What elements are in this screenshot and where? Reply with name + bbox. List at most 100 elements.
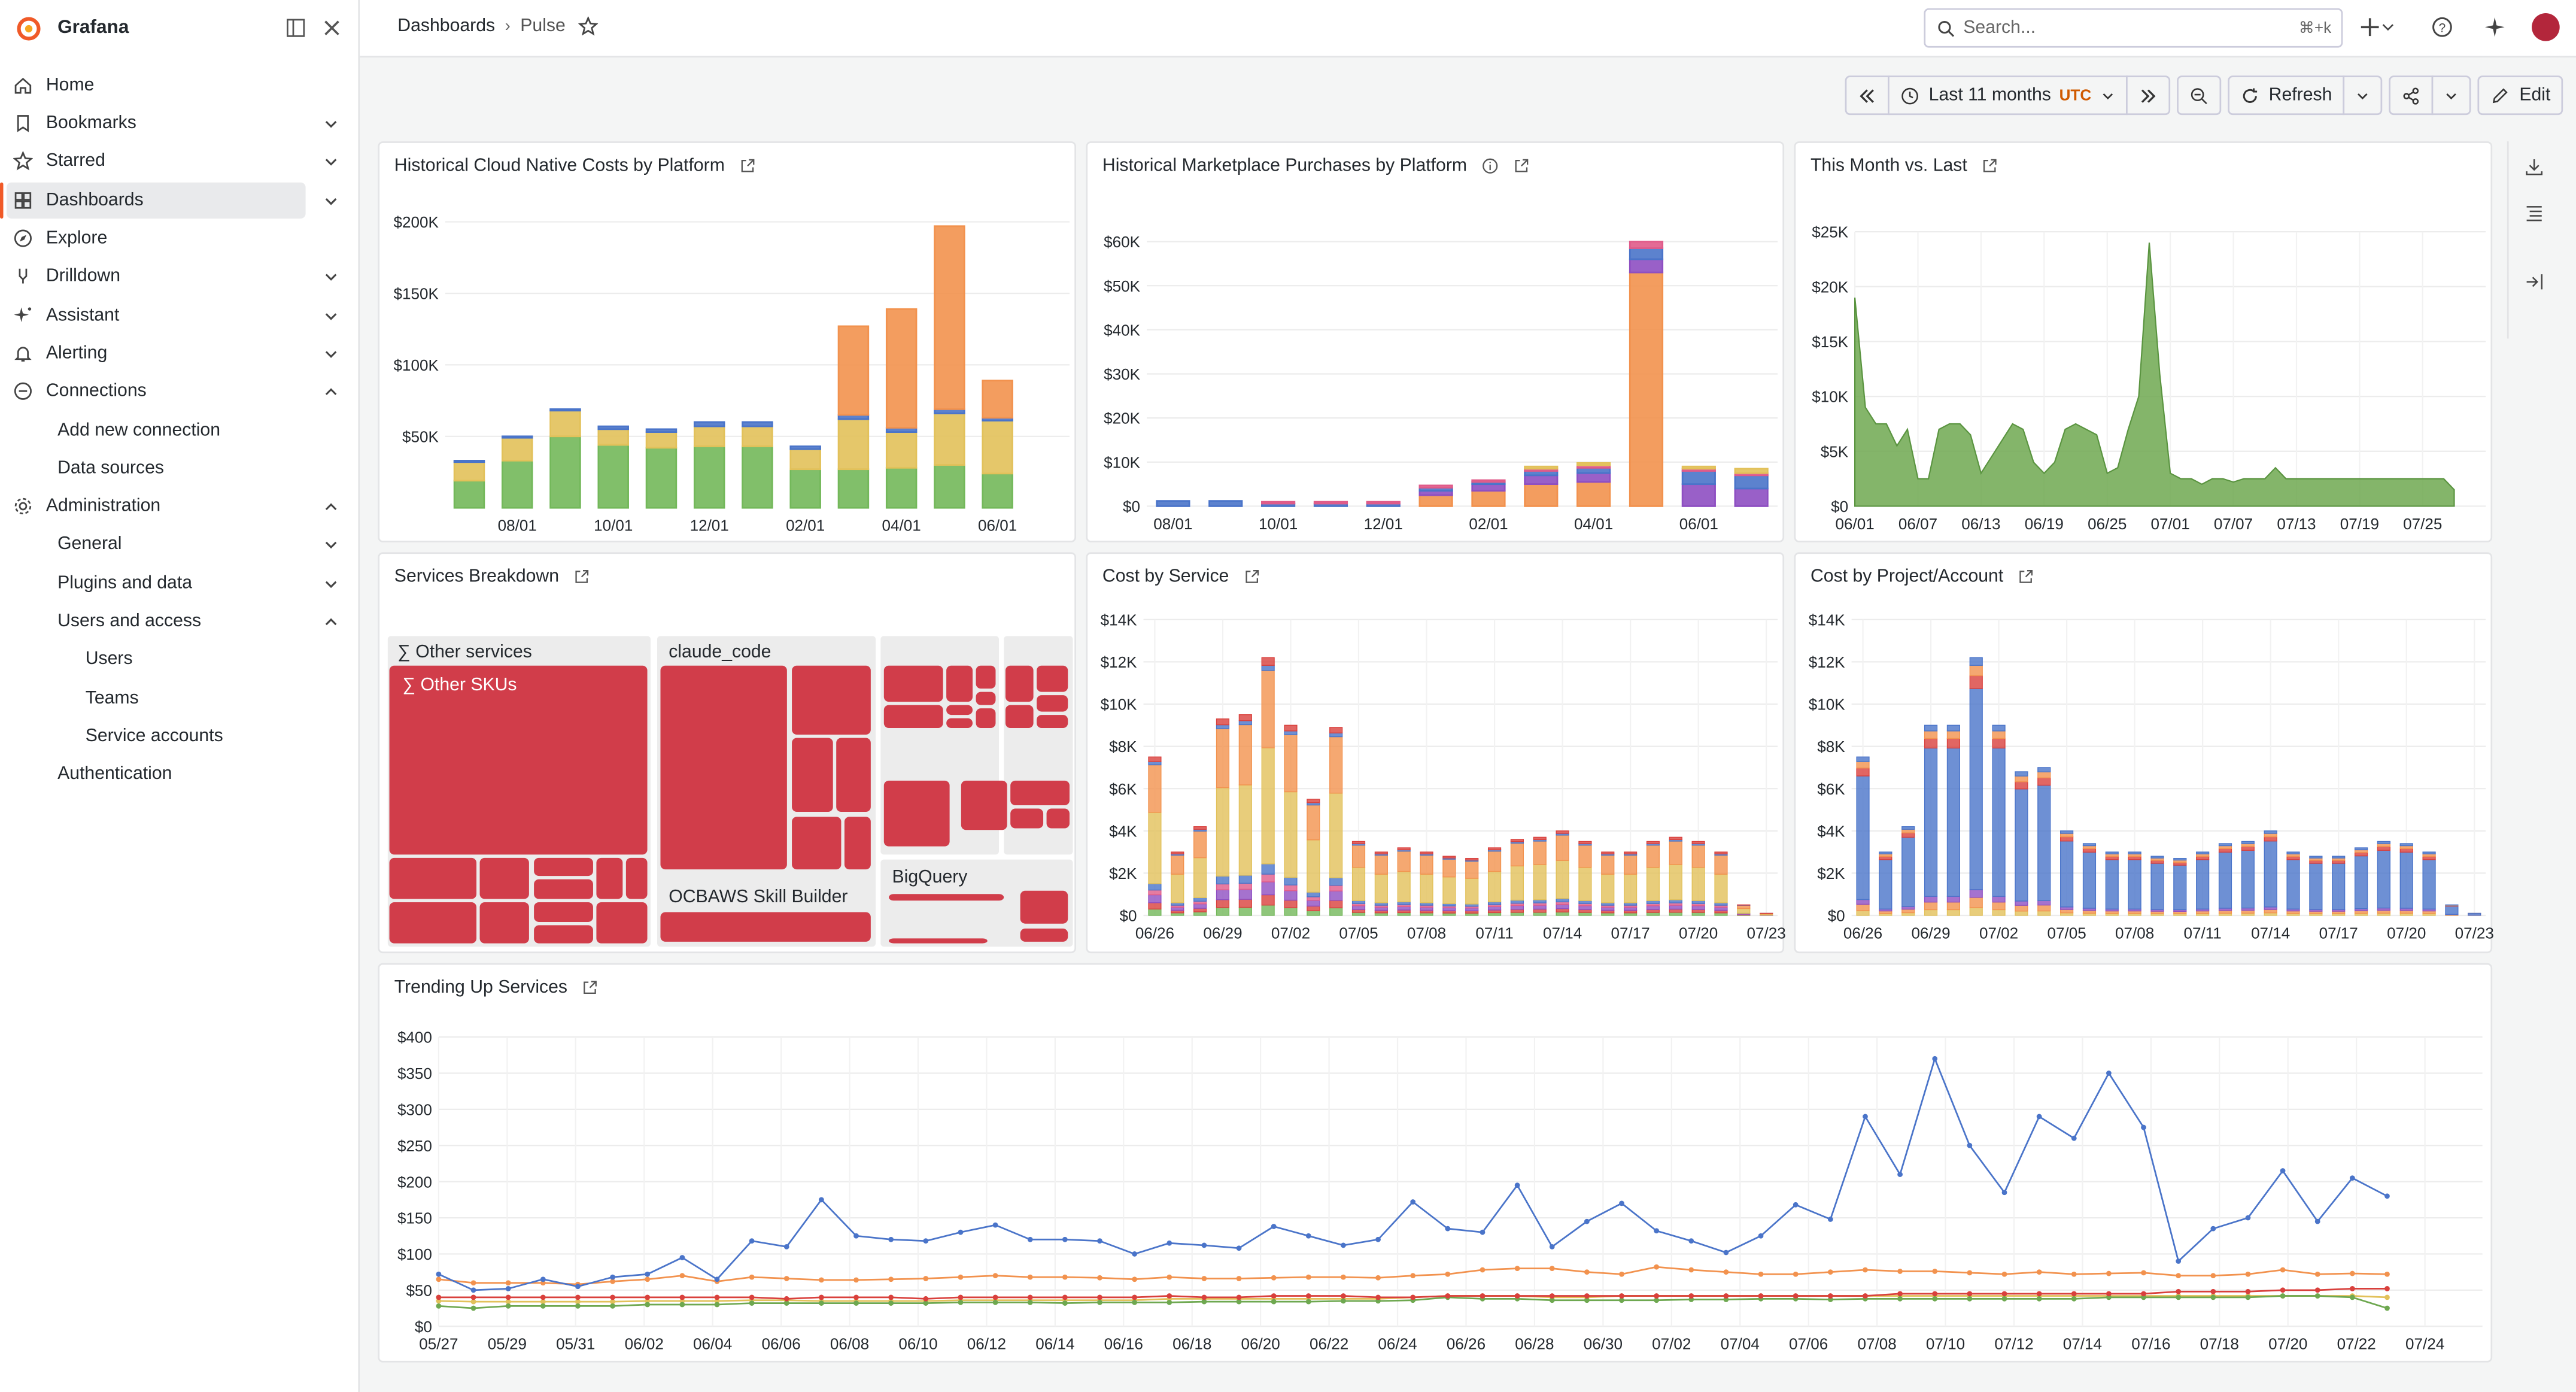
sidebar-item-administration[interactable]: Administration bbox=[7, 488, 306, 524]
bar-segment bbox=[1284, 891, 1297, 900]
bar-segment bbox=[1330, 885, 1342, 891]
chevron-down-icon[interactable] bbox=[324, 536, 339, 551]
time-back-button[interactable] bbox=[1845, 75, 1890, 115]
treemap-label-claude-code: claude_code bbox=[669, 642, 771, 662]
search-input[interactable]: Search... ⌘+k bbox=[1924, 8, 2343, 48]
panel-cloud-native-costs[interactable]: Historical Cloud Native Costs by Platfor… bbox=[378, 141, 1076, 542]
refresh-button[interactable]: Refresh bbox=[2228, 75, 2345, 115]
data-point bbox=[1515, 1182, 1520, 1188]
sidebar-item-home[interactable]: Home bbox=[7, 68, 306, 104]
help-icon[interactable]: ? bbox=[2432, 16, 2453, 38]
panel-services-breakdown[interactable]: Services Breakdown ∑ Other services ∑ Ot… bbox=[378, 552, 1076, 953]
time-range-picker[interactable]: Last 11 months UTC bbox=[1888, 75, 2128, 115]
y-tick-label: $400 bbox=[397, 1029, 432, 1047]
data-point bbox=[2176, 1295, 2181, 1300]
panel-marketplace-purchases[interactable]: Historical Marketplace Purchases by Plat… bbox=[1086, 141, 1784, 542]
bar-segment bbox=[1682, 466, 1715, 469]
bar-segment bbox=[2061, 909, 2073, 913]
timezone-label: UTC bbox=[2059, 86, 2092, 104]
bar-segment bbox=[2038, 772, 2051, 778]
treemap-cell bbox=[792, 817, 841, 869]
data-point bbox=[2384, 1286, 2390, 1291]
x-tick-label: 06/13 bbox=[1961, 515, 2000, 533]
sidebar-item-teams[interactable]: Teams bbox=[7, 680, 306, 716]
panel-cost-by-service[interactable]: Cost by Service $0$2K$4K$6K$8K$10K$12K$1… bbox=[1086, 552, 1784, 953]
bar-segment bbox=[1239, 785, 1251, 875]
bar-segment bbox=[1630, 259, 1662, 272]
bar-segment bbox=[1556, 912, 1569, 915]
refresh-interval-button[interactable] bbox=[2344, 75, 2383, 115]
chevron-up-icon[interactable] bbox=[324, 384, 339, 399]
sidebar-item-explore[interactable]: Explore bbox=[7, 220, 306, 256]
bar-segment bbox=[1217, 729, 1229, 787]
bar-segment bbox=[1647, 845, 1660, 868]
sidebar-item-dashboards[interactable]: Dashboards bbox=[7, 183, 306, 219]
sidebar-item-alerting[interactable]: Alerting bbox=[7, 335, 306, 371]
chevron-down-icon[interactable] bbox=[324, 116, 339, 131]
panel-this-month-vs-last[interactable]: This Month vs. Last $0$5K$10K$15K$20K$25… bbox=[1794, 141, 2493, 542]
sidebar-item-general[interactable]: General bbox=[7, 526, 306, 562]
bar-segment bbox=[1624, 852, 1637, 854]
sidebar-item-starred[interactable]: Starred bbox=[7, 143, 306, 179]
chevron-down-icon[interactable] bbox=[324, 269, 339, 284]
breadcrumb-dashboards[interactable]: Dashboards bbox=[397, 16, 495, 36]
bar-segment bbox=[2219, 852, 2232, 908]
collapse-rail-icon[interactable] bbox=[2525, 273, 2543, 291]
panel-trending-up-services[interactable]: Trending Up Services $0$50$100$150$200$2… bbox=[378, 963, 2492, 1363]
chevron-up-icon[interactable] bbox=[324, 499, 339, 514]
chevron-up-icon[interactable] bbox=[324, 614, 339, 629]
outline-icon[interactable] bbox=[2525, 204, 2543, 222]
plus-icon[interactable] bbox=[2359, 16, 2381, 38]
treemap-cell bbox=[480, 858, 529, 899]
bar-segment bbox=[1489, 848, 1501, 850]
close-icon[interactable] bbox=[322, 18, 342, 38]
download-icon[interactable] bbox=[2525, 158, 2543, 176]
bar-segment bbox=[1330, 891, 1342, 900]
bar-segment bbox=[1375, 855, 1387, 874]
sidebar-item-users[interactable]: Users bbox=[7, 641, 306, 677]
time-forward-button[interactable] bbox=[2126, 75, 2170, 115]
chevron-down-icon[interactable] bbox=[324, 193, 339, 208]
sidebar-item-authentication[interactable]: Authentication bbox=[7, 756, 306, 792]
bar-segment bbox=[1330, 727, 1342, 733]
chevron-down-icon[interactable] bbox=[324, 154, 339, 169]
bar-segment bbox=[2423, 856, 2435, 859]
sidebar-item-data-sources[interactable]: Data sources bbox=[7, 450, 306, 486]
treemap-cell bbox=[1037, 695, 1068, 711]
bar-segment bbox=[2174, 862, 2186, 865]
share-button[interactable] bbox=[2390, 75, 2434, 115]
data-point bbox=[1341, 1299, 1346, 1304]
sidebar: Grafana HomeBookmarksStarred DashboardsEx… bbox=[0, 0, 360, 1392]
y-tick-label: $20K bbox=[1812, 278, 1848, 296]
bar-segment bbox=[1262, 671, 1274, 748]
chevron-down-icon[interactable] bbox=[324, 346, 339, 361]
sidebar-item-assistant[interactable]: Assistant bbox=[7, 298, 306, 333]
sidebar-item-add-new-connection[interactable]: Add new connection bbox=[7, 413, 306, 448]
zoom-out-button[interactable] bbox=[2177, 75, 2221, 115]
chevron-down-icon[interactable] bbox=[324, 576, 339, 591]
sidebar-item-connections[interactable]: Connections bbox=[7, 373, 306, 409]
data-point bbox=[471, 1306, 476, 1311]
bar-segment bbox=[1970, 657, 1982, 665]
chevron-down-icon[interactable] bbox=[324, 308, 339, 323]
sidebar-item-service-accounts[interactable]: Service accounts bbox=[7, 718, 306, 754]
app-title: Grafana bbox=[57, 18, 129, 38]
bar-segment bbox=[2310, 860, 2322, 863]
edit-button[interactable]: Edit bbox=[2478, 75, 2564, 115]
chevron-down-icon[interactable] bbox=[2381, 16, 2396, 38]
sidebar-item-plugins-and-data[interactable]: Plugins and data bbox=[7, 565, 306, 601]
bar-segment bbox=[1947, 725, 1960, 731]
grafana-logo-icon[interactable] bbox=[16, 16, 41, 40]
bar-segment bbox=[743, 426, 773, 446]
dock-menu-icon[interactable] bbox=[286, 18, 306, 38]
star-icon[interactable] bbox=[579, 16, 599, 36]
sparkle-icon[interactable] bbox=[2484, 16, 2505, 38]
avatar[interactable] bbox=[2532, 13, 2560, 41]
panel-cost-by-project[interactable]: Cost by Project/Account $0$2K$4K$6K$8K$1… bbox=[1794, 552, 2493, 953]
data-point bbox=[1863, 1114, 1868, 1120]
sidebar-item-bookmarks[interactable]: Bookmarks bbox=[7, 105, 306, 141]
sidebar-item-users-and-access[interactable]: Users and access bbox=[7, 603, 306, 639]
bar-segment bbox=[2332, 856, 2345, 858]
share-options-button[interactable] bbox=[2432, 75, 2472, 115]
sidebar-item-drilldown[interactable]: Drilldown bbox=[7, 258, 306, 294]
